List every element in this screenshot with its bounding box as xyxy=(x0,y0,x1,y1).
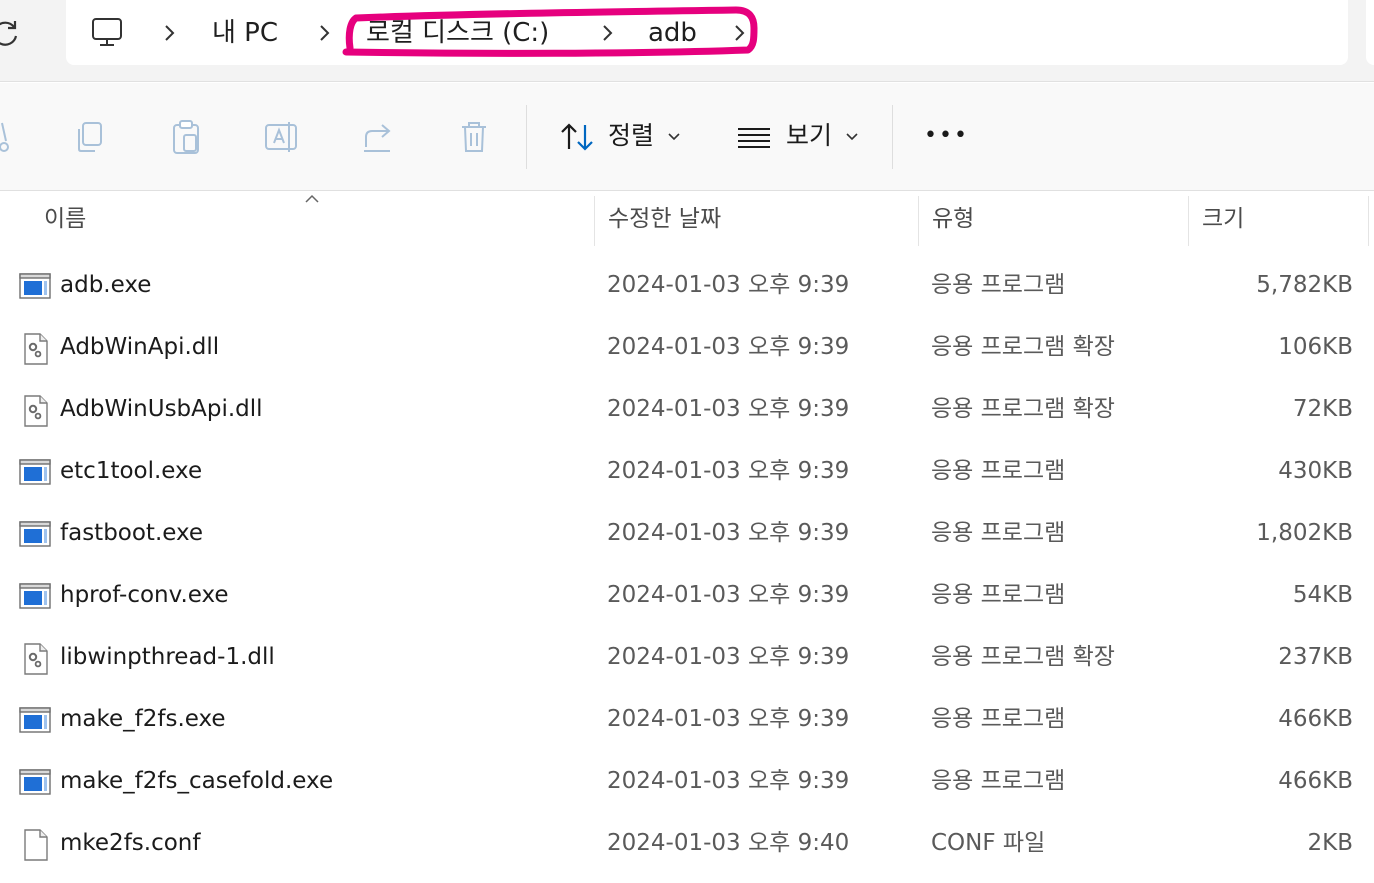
exe-icon xyxy=(19,457,51,489)
file-name[interactable]: hprof-conv.exe xyxy=(60,578,229,612)
refresh-icon[interactable] xyxy=(0,18,20,48)
address-bar-area: 내 PC 로컬 디스크 (C:) adb xyxy=(0,0,1374,82)
rename-icon[interactable] xyxy=(262,117,302,157)
file-type: 응용 프로그램 xyxy=(931,520,1066,546)
table-row[interactable]: AdbWinUsbApi.dll 2024-01-03 오후 9:39 응용 프… xyxy=(0,379,1374,441)
table-row[interactable]: make_f2fs.exe 2024-01-03 오후 9:39 응용 프로그램… xyxy=(0,689,1374,751)
exe-icon xyxy=(19,581,51,613)
exe-icon xyxy=(19,271,51,303)
computer-icon[interactable] xyxy=(90,16,124,50)
sort-icon[interactable] xyxy=(558,117,598,157)
table-row[interactable]: etc1tool.exe 2024-01-03 오후 9:39 응용 프로그램 … xyxy=(0,441,1374,503)
table-row[interactable]: libwinpthread-1.dll 2024-01-03 오후 9:39 응… xyxy=(0,627,1374,689)
file-type: 응용 프로그램 xyxy=(931,458,1066,484)
file-type: 응용 프로그램 xyxy=(931,706,1066,732)
file-size: 466KB xyxy=(1278,706,1353,732)
file-name[interactable]: libwinpthread-1.dll xyxy=(60,640,275,674)
exe-icon xyxy=(19,767,51,799)
chevron-right-icon[interactable] xyxy=(732,24,746,42)
file-name[interactable]: AdbWinUsbApi.dll xyxy=(60,392,263,426)
file-modified: 2024-01-03 오후 9:39 xyxy=(607,520,850,546)
breadcrumb-item-adb[interactable]: adb xyxy=(648,15,697,51)
table-row[interactable]: make_f2fs_casefold.exe 2024-01-03 오후 9:3… xyxy=(0,751,1374,813)
dll-icon xyxy=(19,395,51,427)
file-modified: 2024-01-03 오후 9:39 xyxy=(607,272,850,298)
toolbar-divider xyxy=(526,105,527,169)
file-size: 106KB xyxy=(1278,334,1353,360)
column-header-size[interactable]: 크기 xyxy=(1202,202,1244,236)
delete-icon[interactable] xyxy=(454,117,494,157)
file-modified: 2024-01-03 오후 9:40 xyxy=(607,830,850,856)
file-type: 응용 프로그램 확장 xyxy=(931,396,1115,422)
dll-icon xyxy=(19,643,51,675)
file-type: 응용 프로그램 확장 xyxy=(931,334,1115,360)
file-modified: 2024-01-03 오후 9:39 xyxy=(607,396,850,422)
file-size: 1,802KB xyxy=(1256,520,1353,546)
chevron-right-icon[interactable] xyxy=(600,24,614,42)
column-header-modified[interactable]: 수정한 날짜 xyxy=(608,202,721,236)
file-type: 응용 프로그램 확장 xyxy=(931,644,1115,670)
exe-icon xyxy=(19,705,51,737)
table-row[interactable]: adb.exe 2024-01-03 오후 9:39 응용 프로그램 5,782… xyxy=(0,255,1374,317)
file-type: CONF 파일 xyxy=(931,830,1046,856)
file-modified: 2024-01-03 오후 9:39 xyxy=(607,334,850,360)
column-header-name[interactable]: 이름 xyxy=(44,202,86,236)
chevron-down-icon[interactable] xyxy=(846,132,858,142)
file-size: 54KB xyxy=(1292,582,1353,608)
address-bar[interactable]: 내 PC 로컬 디스크 (C:) adb xyxy=(66,0,1348,65)
sort-ascending-caret-icon xyxy=(305,194,319,203)
share-icon[interactable] xyxy=(358,117,398,157)
view-icon[interactable] xyxy=(734,117,774,157)
column-divider[interactable] xyxy=(918,196,919,246)
file-size: 5,782KB xyxy=(1256,272,1353,298)
file-modified: 2024-01-03 오후 9:39 xyxy=(607,582,850,608)
file-size: 72KB xyxy=(1292,396,1353,422)
file-modified: 2024-01-03 오후 9:39 xyxy=(607,644,850,670)
chevron-right-icon[interactable] xyxy=(162,24,176,42)
file-name[interactable]: adb.exe xyxy=(60,268,151,302)
file-name[interactable]: fastboot.exe xyxy=(60,516,203,550)
cut-icon[interactable] xyxy=(0,117,12,157)
file-size: 2KB xyxy=(1307,830,1354,856)
command-bar: 정렬 보기 ••• xyxy=(0,83,1374,191)
file-size: 466KB xyxy=(1278,768,1353,794)
column-divider[interactable] xyxy=(1188,196,1189,246)
paste-icon[interactable] xyxy=(166,117,206,157)
file-modified: 2024-01-03 오후 9:39 xyxy=(607,706,850,732)
chevron-right-icon[interactable] xyxy=(317,24,331,42)
column-divider[interactable] xyxy=(1368,196,1369,246)
column-header-row: 이름 수정한 날짜 유형 크기 xyxy=(0,192,1374,246)
file-type: 응용 프로그램 xyxy=(931,582,1066,608)
file-name[interactable]: make_f2fs.exe xyxy=(60,702,226,736)
file-name[interactable]: make_f2fs_casefold.exe xyxy=(60,764,333,798)
view-button[interactable]: 보기 xyxy=(786,118,832,154)
dll-icon xyxy=(19,333,51,365)
more-options-button[interactable]: ••• xyxy=(924,118,969,154)
table-row[interactable]: AdbWinApi.dll 2024-01-03 오후 9:39 응용 프로그램… xyxy=(0,317,1374,379)
file-name[interactable]: AdbWinApi.dll xyxy=(60,330,219,364)
breadcrumb-item-local-disk[interactable]: 로컬 디스크 (C:) xyxy=(366,15,549,51)
column-header-type[interactable]: 유형 xyxy=(932,202,974,236)
column-divider[interactable] xyxy=(594,196,595,246)
toolbar-divider xyxy=(892,105,893,169)
file-modified: 2024-01-03 오후 9:39 xyxy=(607,458,850,484)
chevron-down-icon[interactable] xyxy=(668,132,680,142)
exe-icon xyxy=(19,519,51,551)
copy-icon[interactable] xyxy=(70,117,110,157)
file-icon xyxy=(19,829,51,861)
file-modified: 2024-01-03 오후 9:39 xyxy=(607,768,850,794)
file-size: 237KB xyxy=(1278,644,1353,670)
table-row[interactable]: mke2fs.conf 2024-01-03 오후 9:40 CONF 파일 2… xyxy=(0,813,1374,875)
sort-button[interactable]: 정렬 xyxy=(608,118,654,154)
file-name[interactable]: etc1tool.exe xyxy=(60,454,202,488)
file-list: adb.exe 2024-01-03 오후 9:39 응용 프로그램 5,782… xyxy=(0,255,1374,875)
file-type: 응용 프로그램 xyxy=(931,768,1066,794)
table-row[interactable]: hprof-conv.exe 2024-01-03 오후 9:39 응용 프로그… xyxy=(0,565,1374,627)
search-box-edge[interactable] xyxy=(1366,0,1374,65)
file-name[interactable]: mke2fs.conf xyxy=(60,826,200,860)
breadcrumb-item-my-pc[interactable]: 내 PC xyxy=(212,15,278,51)
table-row[interactable]: fastboot.exe 2024-01-03 오후 9:39 응용 프로그램 … xyxy=(0,503,1374,565)
file-size: 430KB xyxy=(1278,458,1353,484)
file-type: 응용 프로그램 xyxy=(931,272,1066,298)
